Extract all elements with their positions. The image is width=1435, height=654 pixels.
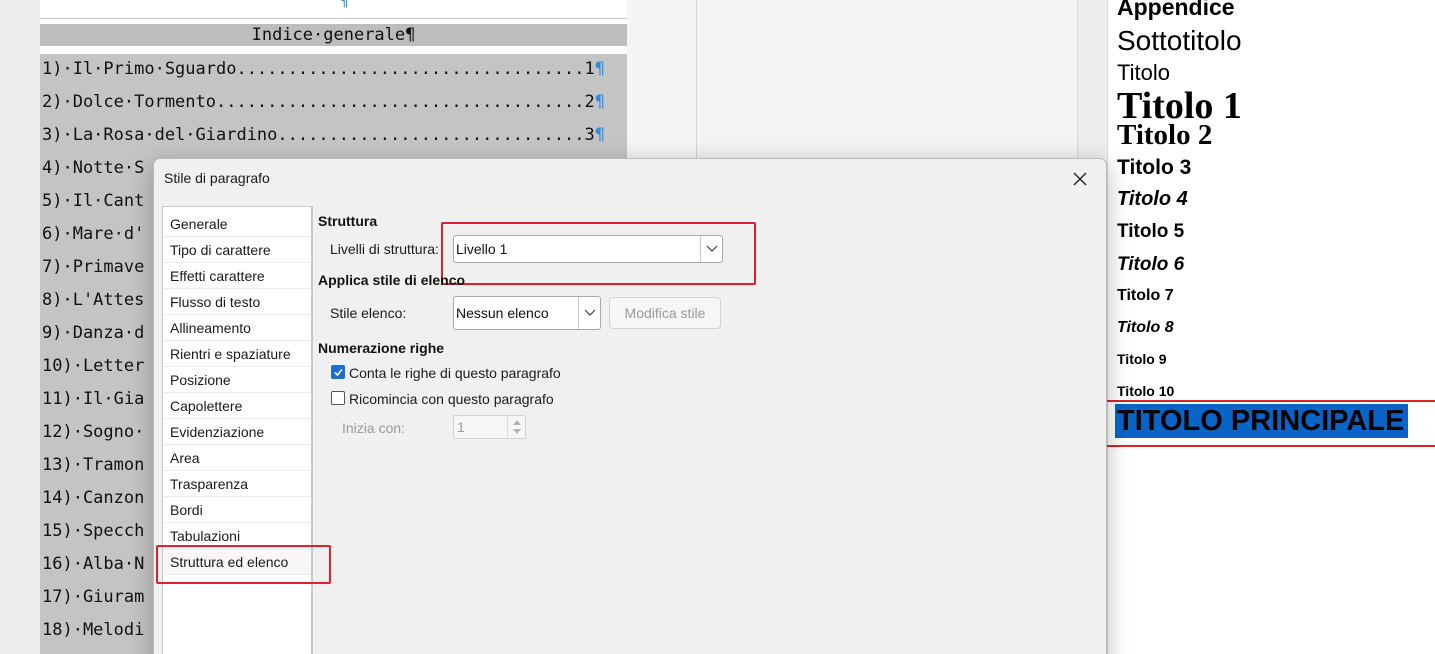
highlight-tab-struttura	[156, 545, 331, 584]
toc-entry-text: 11)·Il·Gia	[42, 389, 145, 409]
tab-generale[interactable]: Generale	[163, 211, 311, 237]
tab-bordi[interactable]: Bordi	[163, 497, 311, 523]
toc-entry-text: 2)·Dolce·Tormento.......................…	[42, 92, 595, 112]
inizia-con-label: Inizia con:	[342, 420, 406, 436]
close-icon	[1073, 172, 1087, 186]
numerazione-heading: Numerazione righe	[318, 340, 445, 356]
toc-entry-text: 18)·Melodi	[42, 620, 145, 640]
styles-panel[interactable]: Appendice Sottotitolo Titolo Titolo 1 Ti…	[1107, 0, 1435, 654]
tab-posizione[interactable]: Posizione	[163, 367, 311, 393]
inizia-con-value: 1	[457, 419, 465, 435]
tab-list[interactable]: Generale Tipo di carattere Effetti carat…	[162, 206, 312, 654]
toc-entry-text: 4)·Notte·S	[42, 158, 145, 178]
toc-entry-text: 5)·Il·Cant	[42, 191, 145, 211]
conta-righe-checkbox[interactable]	[331, 365, 345, 379]
toc-entry[interactable]: 3)·La·Rosa·del·Giardino.................…	[40, 120, 627, 150]
elenco-heading: Applica stile di elenco	[318, 272, 466, 288]
tab-area[interactable]: Area	[163, 445, 311, 471]
toc-entry-text: 7)·Primave	[42, 257, 145, 277]
toc-entry-text: 13)·Tramon	[42, 455, 145, 475]
toc-entry-text: 15)·Specch	[42, 521, 145, 541]
toc-title[interactable]: Indice·generale¶	[40, 24, 627, 46]
style-item-appendice[interactable]: Appendice	[1117, 0, 1235, 21]
toc-entry-text: 3)·La·Rosa·del·Giardino.................…	[42, 125, 595, 145]
style-item-titolo-5[interactable]: Titolo 5	[1117, 221, 1184, 243]
tab-evidenziazione[interactable]: Evidenziazione	[163, 419, 311, 445]
spin-arrows[interactable]	[507, 416, 525, 438]
pilcrow-mark: ¶	[594, 59, 605, 79]
style-item-titolo-2[interactable]: Titolo 2	[1117, 119, 1212, 152]
struttura-heading: Struttura	[318, 213, 378, 229]
style-item-titolo-4[interactable]: Titolo 4	[1117, 188, 1188, 211]
page-divider	[40, 18, 627, 19]
livelli-label: Livelli di struttura:	[330, 241, 439, 257]
pilcrow-mark: ¶	[594, 92, 605, 112]
tab-trasparenza[interactable]: Trasparenza	[163, 471, 311, 497]
toc-entry-text: 9)·Danza·d	[42, 323, 145, 343]
style-item-titolo-10[interactable]: Titolo 10	[1117, 383, 1174, 399]
stile-elenco-combo[interactable]: Nessun elenco	[453, 296, 601, 330]
modifica-stile-button[interactable]: Modifica stile	[609, 297, 721, 329]
toc-entry-text: 16)·Alba·N	[42, 554, 145, 574]
screen: ¶ Indice·generale¶ 1)·Il·Primo·Sguardo..…	[0, 0, 1435, 654]
inizia-con-spinbox[interactable]: 1	[453, 415, 526, 439]
close-button[interactable]	[1068, 167, 1092, 191]
style-item-titolo-9[interactable]: Titolo 9	[1117, 351, 1167, 367]
tab-rientri-e-spaziature[interactable]: Rientri e spaziature	[163, 341, 311, 367]
paragraph-style-dialog[interactable]: Stile di paragrafo Generale Tipo di cara…	[153, 158, 1107, 654]
highlight-livelli	[441, 222, 756, 285]
stile-elenco-value: Nessun elenco	[456, 305, 549, 321]
toc-entry-text: 10)·Letter	[42, 356, 145, 376]
conta-righe-label[interactable]: Conta le righe di questo paragrafo	[349, 365, 561, 381]
tab-tipo-di-carattere[interactable]: Tipo di carattere	[163, 237, 311, 263]
pilcrow-mark: ¶	[594, 125, 605, 145]
tab-effetti-carattere[interactable]: Effetti carattere	[163, 263, 311, 289]
spin-up-icon	[513, 420, 521, 425]
style-item-sottotitolo[interactable]: Sottotitolo	[1117, 25, 1242, 57]
style-item-titolo-3[interactable]: Titolo 3	[1117, 156, 1191, 180]
spin-down-icon	[513, 429, 521, 434]
style-item-titolo-7[interactable]: Titolo 7	[1117, 287, 1174, 305]
toc-entry[interactable]: 2)·Dolce·Tormento.......................…	[40, 87, 627, 117]
toc-entry-text: 12)·Sogno·	[42, 422, 145, 442]
toc-entry-text: 8)·L'Attes	[42, 290, 145, 310]
style-item-titolo-8[interactable]: Titolo 8	[1117, 319, 1174, 337]
pilcrow-mark: ¶	[340, 0, 349, 10]
highlight-titolo-principale	[1094, 400, 1435, 447]
toc-entry-text: 14)·Canzon	[42, 488, 145, 508]
pane-divider	[312, 206, 313, 654]
chevron-down-icon	[584, 309, 596, 316]
tab-capolettere[interactable]: Capolettere	[163, 393, 311, 419]
dialog-title: Stile di paragrafo	[164, 170, 270, 186]
toc-entry-text: 17)·Giuram	[42, 587, 145, 607]
tab-flusso-di-testo[interactable]: Flusso di testo	[163, 289, 311, 315]
style-item-titolo-6[interactable]: Titolo 6	[1117, 254, 1184, 276]
toc-entry[interactable]: 1)·Il·Primo·Sguardo.....................…	[40, 54, 627, 84]
style-item-titolo[interactable]: Titolo	[1117, 60, 1170, 86]
stile-elenco-dropdown[interactable]	[578, 297, 600, 329]
stile-elenco-label: Stile elenco:	[330, 305, 407, 321]
checkmark-icon	[334, 368, 343, 377]
ricomincia-label[interactable]: Ricomincia con questo paragrafo	[349, 391, 554, 407]
tab-allineamento[interactable]: Allineamento	[163, 315, 311, 341]
toc-entry-text: 1)·Il·Primo·Sguardo.....................…	[42, 59, 595, 79]
ricomincia-checkbox[interactable]	[331, 391, 345, 405]
toc-entry-text: 6)·Mare·d'	[42, 224, 145, 244]
